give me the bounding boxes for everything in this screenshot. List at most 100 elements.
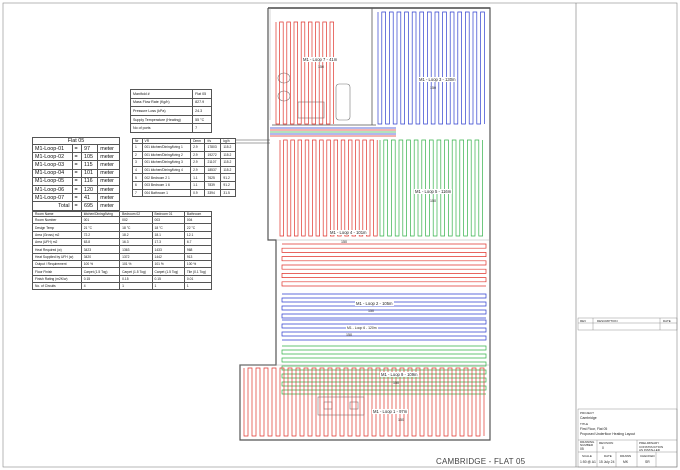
room-schedule-row: Area (Gross) m2 72.2 18.2 18.1 12.1 <box>32 230 213 240</box>
loop-flow-cell: 2.9 <box>190 143 206 152</box>
loop-flow-cell: 4 <box>132 165 143 175</box>
loop-flow-cell: 115.2 <box>220 158 236 167</box>
loop-length-row: M1-Loop-07 = 41 meter <box>32 193 120 203</box>
loop-flow-cell: 1.1 <box>190 180 206 190</box>
loop-flow-cell: 31.5 <box>220 188 236 198</box>
loop-length-len: 101 <box>80 168 99 178</box>
loop-flow-cell: 001 kitchen/Dining/living 1 <box>141 143 192 152</box>
room-schedule-cell: Carpet (1.5 Tog) <box>80 267 121 276</box>
room-schedule-cell: Finish Rating (m2K/w) <box>32 274 82 284</box>
room-schedule-cell: 18.1 <box>151 230 185 240</box>
loop4-label: M1 - Loop 4 - 101m <box>329 230 368 235</box>
loop-length-unit: meter <box>97 176 120 186</box>
room-schedule-cell: 1363 <box>119 245 153 254</box>
loop1-label: M1 - Loop 1 - 97m <box>372 409 409 414</box>
date-label: DATE <box>604 454 612 458</box>
project-label: PROJECT <box>580 411 595 415</box>
room-schedule-row: No. of Circuits 4 1 1 1 <box>32 282 213 291</box>
manifold-field-label: No of ports <box>129 123 194 133</box>
loop-flow-cell: 3394 <box>204 188 222 198</box>
loop-flow-row: 3 001 kitchen/Dining/living 3 2.9 21107 115.… <box>132 158 236 167</box>
manifold-info-table: Manifold # Flat 05 Mass Flow Rate (Kg/h) 82… <box>129 89 212 133</box>
manifold-feed <box>212 127 396 144</box>
rev-header-description: DESCRIPTION <box>597 319 618 323</box>
total-length: 695 <box>80 201 99 211</box>
manifold-row: Pressure Loss (kPa) 24.3 <box>129 106 212 116</box>
room-schedule-cell: 1 <box>119 282 153 291</box>
loop7-label: M1 - Loop 7 - 41m <box>302 57 339 62</box>
loop-flow-cell: 17803 <box>204 143 222 152</box>
room-schedule-cell: 18 °C <box>151 223 185 232</box>
total-unit: meter <box>97 201 120 211</box>
loop4-spacing: 150 <box>341 240 347 244</box>
room-schedule-cell: 100 % <box>183 260 213 269</box>
loop-length-eq: = <box>71 152 82 162</box>
room-schedule-cell: 22 °C <box>183 223 213 232</box>
loop-length-row: M1-Loop-02 = 105 meter <box>32 152 120 162</box>
loop-flow-cell: 115.2 <box>220 165 236 175</box>
loop-length-row: M1-Loop-01 = 97 meter <box>32 143 120 154</box>
loop-length-name: M1-Loop-03 <box>32 160 73 170</box>
loop-length-eq: = <box>71 176 82 186</box>
room-schedule-cell: 4 <box>80 282 121 291</box>
loop-flow-cell: 7 <box>132 188 143 198</box>
loop-flow-cell: 6 <box>132 180 143 190</box>
loop7-spacing: 150 <box>318 65 324 69</box>
loop-length-eq: = <box>71 143 82 154</box>
room-schedule-cell: 1 <box>151 282 185 291</box>
room-schedule-cell: 16.3 <box>119 238 153 247</box>
manifold-row: Mass Flow Rate (Kg/h) 827.9 <box>129 97 212 108</box>
loop5-label: M1 - Loop 5 - 116m <box>414 189 453 194</box>
loop6-spacing: 150 <box>346 333 352 337</box>
loop-length-unit: meter <box>97 143 120 154</box>
room-schedule-cell: 0.15 <box>151 274 185 284</box>
loop-lengths-title: Flat 05 <box>32 137 120 145</box>
room-schedule-row: Area (UFH) m2 63.8 16.3 17.3 6.7 <box>32 238 213 247</box>
loop6-coil <box>281 319 487 341</box>
loop-length-len: 105 <box>80 152 99 162</box>
loop-flow-cell: 001 kitchen/Dining/living 4 <box>141 165 192 175</box>
loop-flow-cell: 2.9 <box>190 165 206 175</box>
loop-flow-cell: 1 <box>132 143 143 152</box>
loop-length-name: M1-Loop-06 <box>32 184 73 195</box>
drawing-number: 05 <box>580 447 584 451</box>
loop-length-eq: = <box>71 160 82 170</box>
loop4-coil <box>279 139 378 237</box>
room-schedule-cell: Tile (0.1 Tog) <box>183 267 213 276</box>
manifold-row: No of ports 7 <box>129 123 212 133</box>
loop-flow-cell: 004 Bathroom 1 <box>141 188 192 198</box>
room-schedule-cell: 003 <box>151 215 185 225</box>
loop9-label: M1 - Loop 9 - 109m <box>380 372 419 377</box>
loop-flow-cell: 5 <box>132 173 143 182</box>
loop-length-eq: = <box>71 193 82 203</box>
manifold-field-label: Pressure Loss (kPa) <box>129 106 194 116</box>
room-schedule-cell: 002 <box>119 215 153 225</box>
loop2-spacing: 150 <box>368 309 374 313</box>
room-schedule-cell: Area (Gross) m2 <box>32 230 82 240</box>
manifold-row: Manifold # Flat 05 <box>129 89 212 99</box>
loop-flow-row: 6 003 Bedroom 1 6 1.1 7839 91.2 <box>132 180 236 190</box>
loop-length-name: M1-Loop-07 <box>32 193 73 203</box>
room-schedule-cell: 100 % <box>80 260 121 269</box>
room-schedule-cell: 101 % <box>151 260 185 269</box>
loop-flow-row: 5 002 Bedroom 2 1 1.1 7625 91.2 <box>132 173 236 182</box>
room-schedule-cell: 004 <box>183 215 213 225</box>
room-schedule-cell: 968 <box>183 245 213 254</box>
loop-flow-cell: 3 <box>132 158 143 167</box>
room-schedule-table: Room Name kitchen/Dining/living Bedroom 02… <box>32 211 213 291</box>
loop1-coil <box>243 367 485 437</box>
room-schedule-cell: 3423 <box>80 245 121 254</box>
loop2-coil <box>281 293 487 319</box>
loop-flow-row: 2 001 kitchen/Dining/living 2 2.9 19272 115.… <box>132 150 236 160</box>
room-schedule-cell: 913 <box>183 252 213 262</box>
loop-flow-table: Nr VR Dmm f/s kg/h 1 001 kitchen/Dining/livin… <box>132 138 236 198</box>
loop-flow-cell: 91.2 <box>220 173 236 182</box>
room-schedule-cell: 1372 <box>119 252 153 262</box>
room-schedule-cell: 12.1 <box>183 230 213 240</box>
room-schedule-cell: 6.7 <box>183 238 213 247</box>
loop-length-len: 116 <box>80 176 99 186</box>
room-schedule-row: Heat Required (w) 3423 1363 1433 968 <box>32 245 213 254</box>
room-schedule-cell: 21 °C <box>80 223 121 232</box>
date-value: 15 July 24 <box>599 460 615 464</box>
loop-length-row: M1-Loop-03 = 115 meter <box>32 160 120 170</box>
